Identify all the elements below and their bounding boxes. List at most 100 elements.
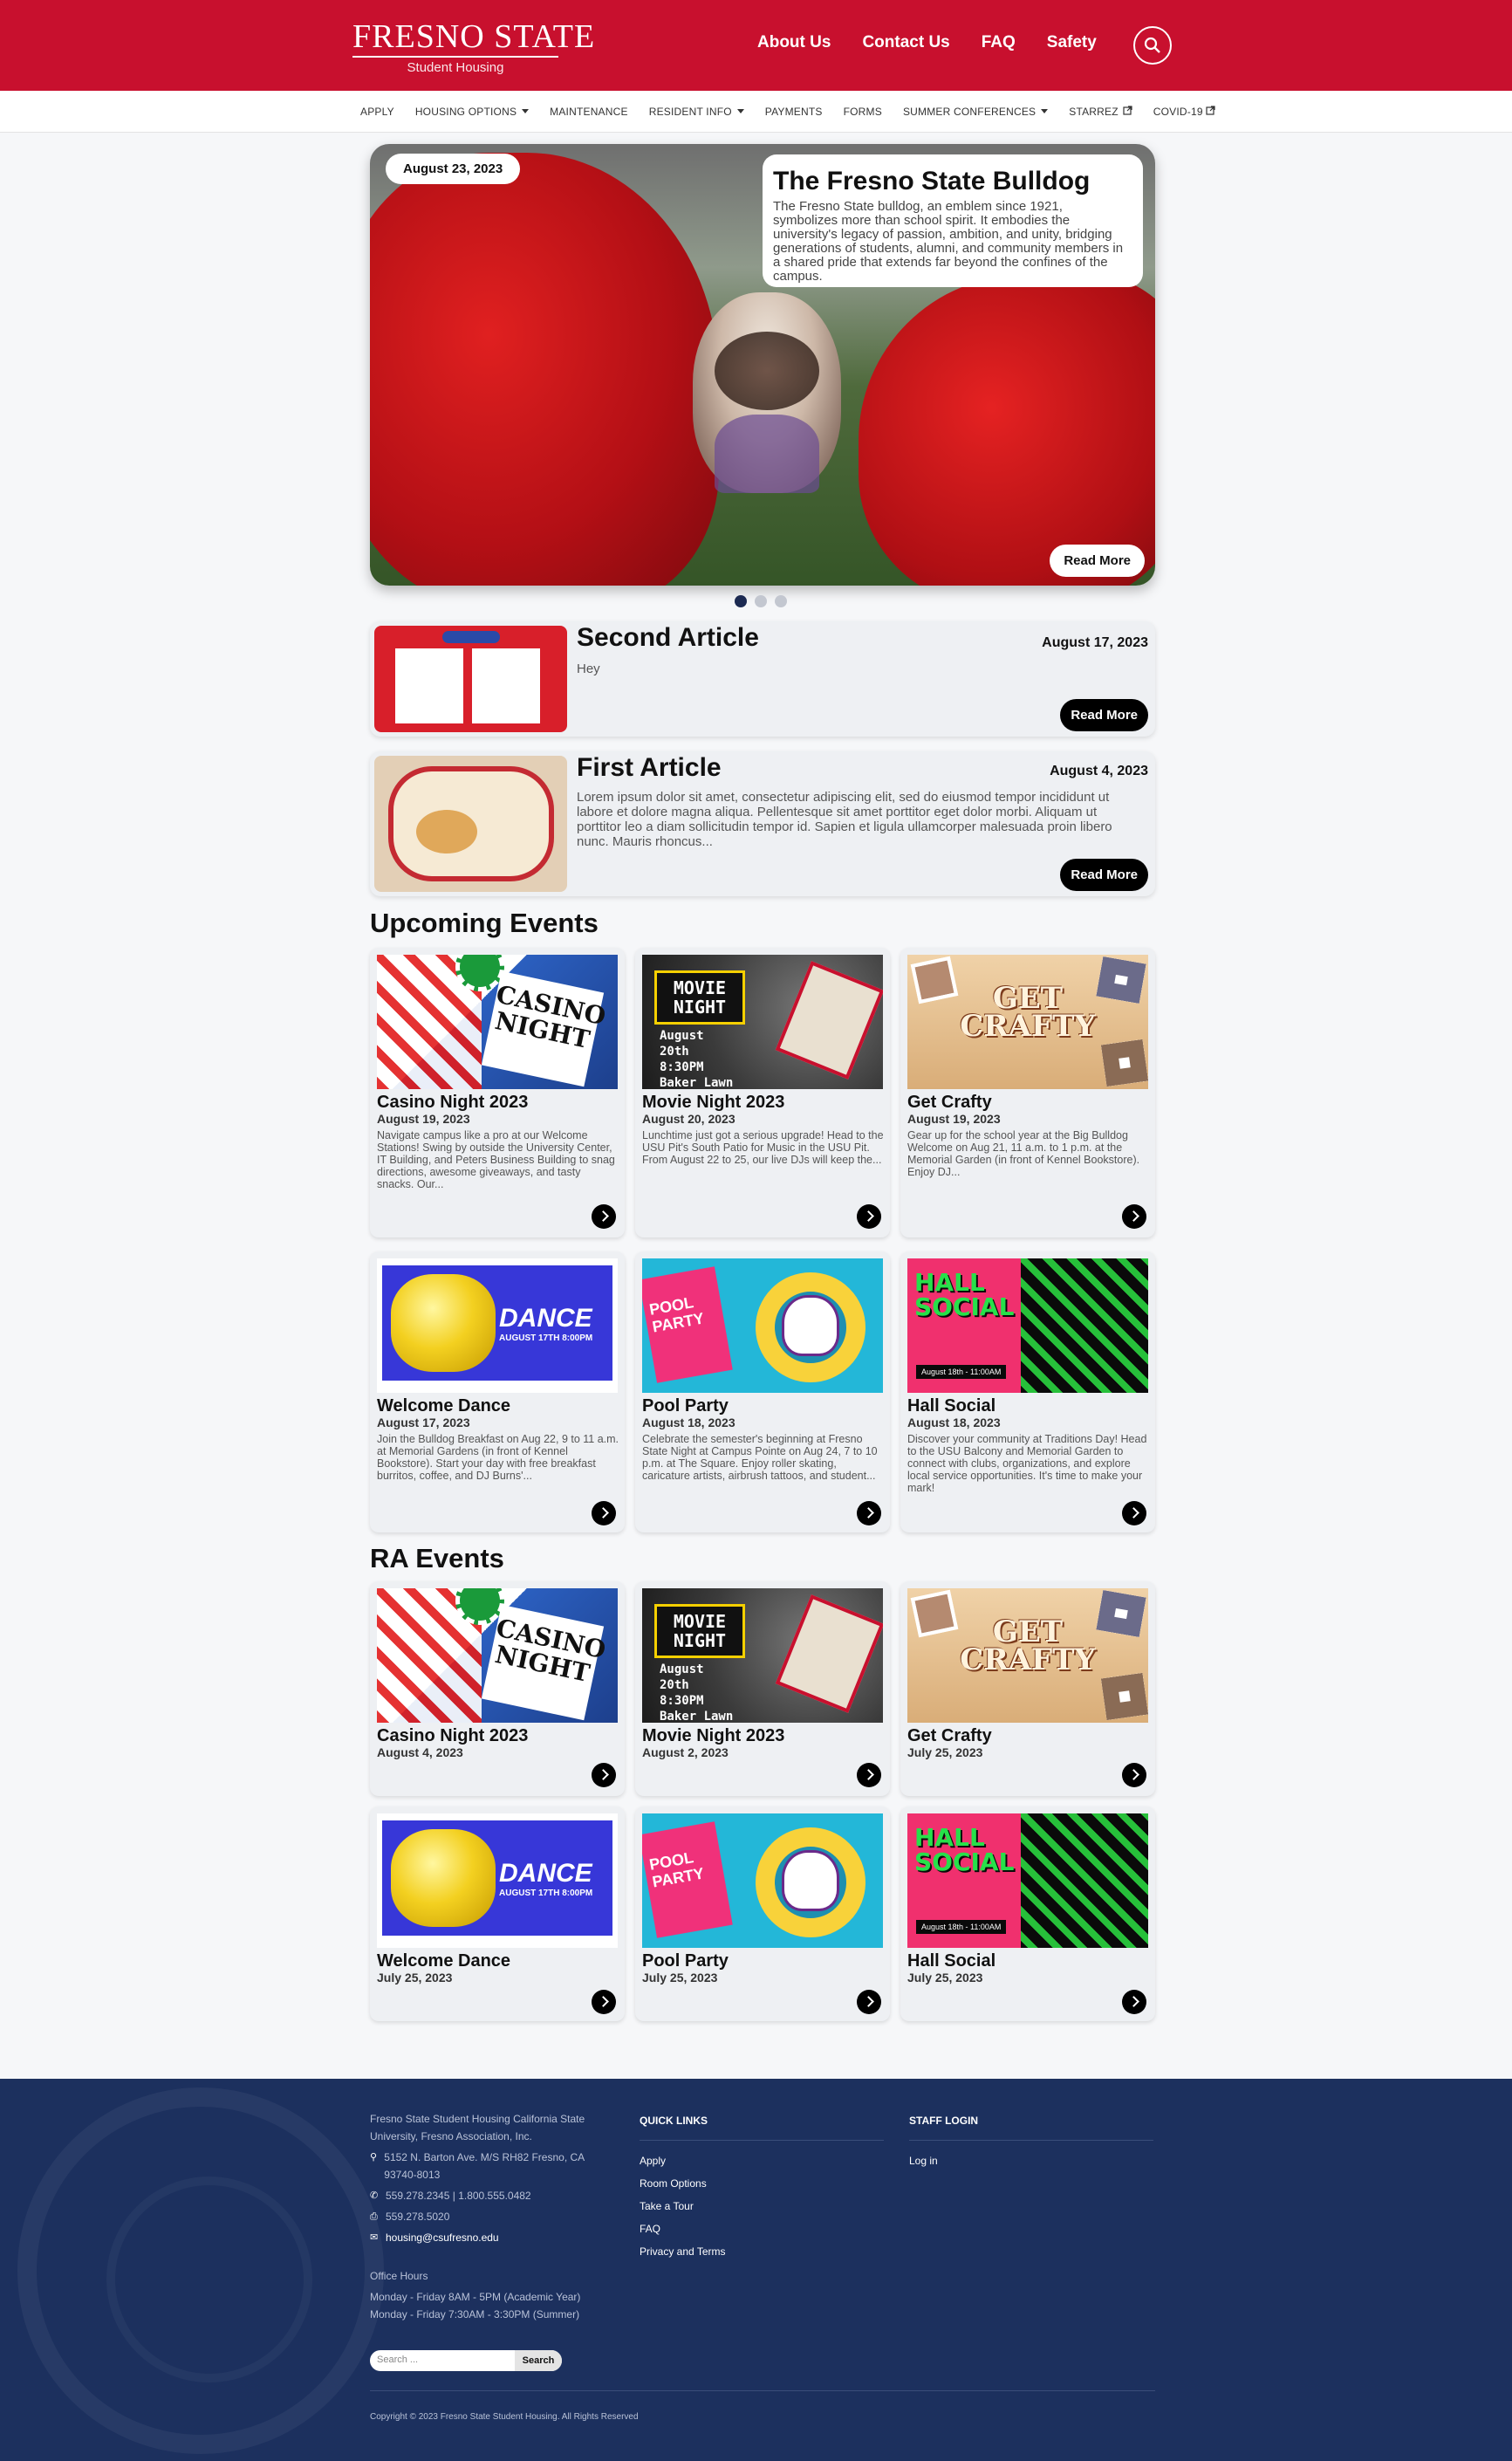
event-card[interactable]: MOVIE NIGHT August 20th 8:30PM Baker Lawn… xyxy=(635,948,890,1237)
ra-event-card[interactable]: HALL SOCIAL August 18th - 11:00AM Hall So… xyxy=(900,1806,1155,2021)
chevron-right-icon[interactable] xyxy=(857,1204,881,1229)
logo-main-text: FRESNO STATE xyxy=(352,18,596,55)
event-date: July 25, 2023 xyxy=(907,1745,983,1759)
event-image-get-crafty: GET CRAFTY xyxy=(907,1588,1148,1723)
logo-sub-text: Student Housing xyxy=(407,60,504,75)
chevron-right-icon[interactable] xyxy=(1122,1204,1146,1229)
event-card[interactable]: CASINO NIGHT Casino Night 2023 August 19… xyxy=(370,948,625,1237)
footer-search-input[interactable]: Search ... xyxy=(377,2355,418,2365)
event-title[interactable]: Welcome Dance xyxy=(377,1951,510,1971)
chevron-right-icon[interactable] xyxy=(1122,1501,1146,1525)
event-date: July 25, 2023 xyxy=(642,1971,718,1985)
nav-safety[interactable]: Safety xyxy=(1047,33,1097,52)
ra-event-card[interactable]: CASINO NIGHT Casino Night 2023 August 4,… xyxy=(370,1581,625,1796)
fresno-state-logo[interactable]: FRESNO STATE Student Housing xyxy=(352,19,595,75)
chevron-right-icon[interactable] xyxy=(857,1501,881,1525)
event-title[interactable]: Hall Social xyxy=(907,1951,995,1971)
subnav-resident-info-label: RESIDENT INFO xyxy=(648,106,732,118)
subnav-apply[interactable]: APPLY xyxy=(360,106,394,118)
subnav-forms[interactable]: FORMS xyxy=(844,106,882,118)
chevron-right-icon[interactable] xyxy=(592,1204,616,1229)
top-header: FRESNO STATE Student Housing About Us Co… xyxy=(0,0,1512,91)
chevron-right-icon[interactable] xyxy=(1122,1763,1146,1787)
slider-dot-1[interactable] xyxy=(735,595,747,607)
event-title[interactable]: Hall Social xyxy=(907,1396,995,1416)
event-card[interactable]: POOL PARTY Pool Party August 18, 2023 Ce… xyxy=(635,1251,890,1532)
event-card[interactable]: DANCE AUGUST 17TH 8:00PM Welcome Dance Au… xyxy=(370,1251,625,1532)
chevron-right-icon[interactable] xyxy=(592,1990,616,2014)
event-title[interactable]: Get Crafty xyxy=(907,1726,992,1746)
footer-copyright: Copyright © 2023 Fresno State Student Ho… xyxy=(370,2412,639,2422)
footer-email[interactable]: housing@csufresno.edu xyxy=(386,2229,499,2246)
search-button[interactable] xyxy=(1133,26,1172,65)
event-title[interactable]: Get Crafty xyxy=(907,1093,992,1113)
hero-read-more-button[interactable]: Read More xyxy=(1050,545,1145,577)
event-title[interactable]: Pool Party xyxy=(642,1951,729,1971)
footer-hours-summer: Monday - Friday 7:30AM - 3:30PM (Summer) xyxy=(370,2308,580,2320)
article-title[interactable]: First Article xyxy=(577,753,722,783)
subnav-summer-conferences[interactable]: SUMMER CONFERENCES xyxy=(903,106,1049,118)
article-card[interactable]: First Article August 4, 2023 Lorem ipsum… xyxy=(370,751,1155,896)
chevron-right-icon[interactable] xyxy=(592,1501,616,1525)
subnav-starrez[interactable]: STARREZ xyxy=(1069,106,1132,118)
nav-about-us[interactable]: About Us xyxy=(757,33,831,52)
secondary-nav: APPLY HOUSING OPTIONS MAINTENANCE RESIDE… xyxy=(0,91,1512,133)
read-more-button[interactable]: Read More xyxy=(1060,859,1148,891)
event-date: August 18, 2023 xyxy=(642,1416,735,1429)
event-title[interactable]: Casino Night 2023 xyxy=(377,1726,528,1746)
chevron-right-icon[interactable] xyxy=(592,1763,616,1787)
article-card[interactable]: Second Article August 17, 2023 Hey Read … xyxy=(370,621,1155,737)
footer-link-apply[interactable]: Apply xyxy=(640,2149,884,2172)
subnav-payments[interactable]: PAYMENTS xyxy=(765,106,823,118)
nav-faq[interactable]: FAQ xyxy=(982,33,1016,52)
chevron-right-icon[interactable] xyxy=(1122,1990,1146,2014)
footer-link-take-a-tour[interactable]: Take a Tour xyxy=(640,2195,884,2218)
event-card[interactable]: GET CRAFTY Get Crafty August 19, 2023 Ge… xyxy=(900,948,1155,1237)
footer-link-faq[interactable]: FAQ xyxy=(640,2218,884,2240)
university-seal-watermark xyxy=(17,2087,384,2454)
slider-dot-3[interactable] xyxy=(775,595,787,607)
subnav-covid-19[interactable]: COVID-19 xyxy=(1153,106,1215,118)
footer-link-room-options[interactable]: Room Options xyxy=(640,2172,884,2195)
event-image-pool-party: POOL PARTY xyxy=(642,1813,883,1948)
chevron-right-icon[interactable] xyxy=(857,1763,881,1787)
ra-event-card[interactable]: DANCE AUGUST 17TH 8:00PM Welcome Dance Ju… xyxy=(370,1806,625,2021)
hero-slider[interactable]: August 23, 2023 The Fresno State Bulldog… xyxy=(370,144,1155,586)
hero-title: The Fresno State Bulldog xyxy=(773,167,1091,195)
event-image-welcome-dance: DANCE AUGUST 17TH 8:00PM xyxy=(377,1813,618,1948)
event-title[interactable]: Pool Party xyxy=(642,1396,729,1416)
event-image-casino-night: CASINO NIGHT xyxy=(377,1588,618,1723)
subnav-housing-options[interactable]: HOUSING OPTIONS xyxy=(415,106,530,118)
thumbnail-flyer-left xyxy=(395,648,463,723)
event-title[interactable]: Movie Night 2023 xyxy=(642,1093,784,1113)
footer-phone-line: ✆ 559.278.2345 | 1.800.555.0482 xyxy=(370,2187,605,2204)
ra-event-card[interactable]: GET CRAFTY Get Crafty July 25, 2023 xyxy=(900,1581,1155,1796)
nav-contact-us[interactable]: Contact Us xyxy=(862,33,949,52)
upcoming-events-heading: Upcoming Events xyxy=(370,908,599,938)
hero-text: The Fresno State bulldog, an emblem sinc… xyxy=(773,199,1124,284)
subnav-resident-info[interactable]: RESIDENT INFO xyxy=(649,106,744,118)
footer-address: 5152 N. Barton Ave. M/S RH82 Fresno, CA … xyxy=(384,2151,585,2181)
footer-hours-academic: Monday - Friday 8AM - 5PM (Academic Year… xyxy=(370,2291,581,2303)
ra-event-card[interactable]: MOVIE NIGHT August 20th 8:30PM Baker Lawn… xyxy=(635,1581,890,1796)
footer-link-privacy[interactable]: Privacy and Terms xyxy=(640,2240,884,2263)
chevron-down-icon xyxy=(522,109,530,113)
event-title[interactable]: Welcome Dance xyxy=(377,1396,510,1416)
read-more-button[interactable]: Read More xyxy=(1060,699,1148,731)
quick-links-heading: QUICK LINKS xyxy=(640,2112,884,2141)
event-title[interactable]: Casino Night 2023 xyxy=(377,1093,528,1113)
event-date: August 18, 2023 xyxy=(907,1416,1001,1429)
slider-dot-2[interactable] xyxy=(755,595,767,607)
poster-subtext: AUGUST 17TH 8:00PM xyxy=(499,1333,593,1343)
article-title[interactable]: Second Article xyxy=(577,623,759,653)
chevron-right-icon[interactable] xyxy=(857,1990,881,2014)
subnav-maintenance[interactable]: MAINTENANCE xyxy=(550,106,628,118)
event-title[interactable]: Movie Night 2023 xyxy=(642,1726,784,1746)
event-card[interactable]: HALL SOCIAL August 18th - 11:00AM Hall So… xyxy=(900,1251,1155,1532)
staff-login-link[interactable]: Log in xyxy=(909,2149,1153,2172)
footer-search-button[interactable]: Search xyxy=(515,2350,562,2371)
footer-phone[interactable]: 559.278.2345 | 1.800.555.0482 xyxy=(386,2187,531,2204)
poster-text: HALL SOCIAL xyxy=(914,1823,1015,1876)
ra-event-card[interactable]: POOL PARTY Pool Party July 25, 2023 xyxy=(635,1806,890,2021)
poster-subtext: AUGUST 17TH 8:00PM xyxy=(499,1889,593,1898)
